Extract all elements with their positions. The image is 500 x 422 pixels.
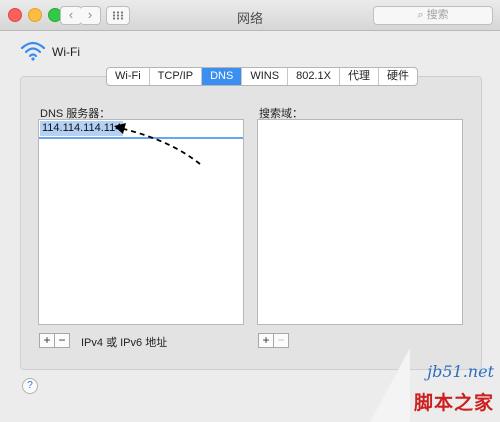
tab-wifi[interactable]: Wi-Fi: [107, 68, 150, 85]
chevron-left-icon: ‹: [68, 7, 74, 22]
watermark-name: 脚本之家: [413, 393, 494, 414]
back-button[interactable]: ‹: [60, 6, 82, 25]
dns-add-remove: + −: [39, 333, 70, 348]
dns-hint: IPv4 或 IPv6 地址: [81, 337, 168, 349]
tab-hardware[interactable]: 硬件: [379, 68, 417, 85]
search-domain-add-remove: + −: [258, 333, 289, 348]
interface-title: Wi-Fi: [52, 45, 80, 59]
wifi-icon: [20, 41, 46, 61]
minimize-button[interactable]: [28, 8, 42, 22]
tab-tcpip[interactable]: TCP/IP: [150, 68, 203, 85]
close-button[interactable]: [8, 8, 22, 22]
watermark: jb51.net 脚本之家: [370, 348, 500, 422]
tab-proxy[interactable]: 代理: [340, 68, 379, 85]
page-curl: [370, 348, 410, 422]
add-dns-button[interactable]: +: [39, 333, 55, 348]
search-domains-list[interactable]: [257, 119, 463, 325]
grid-icon: [112, 11, 124, 20]
tab-bar: Wi-Fi TCP/IP DNS WINS 802.1X 代理 硬件: [106, 67, 418, 86]
title-bar: ‹ › 网络 ⌕ 搜索: [0, 0, 500, 31]
watermark-site: jb51.net: [427, 362, 494, 381]
tab-dns[interactable]: DNS: [202, 68, 243, 85]
window-title: 网络: [236, 11, 263, 26]
tab-8021x[interactable]: 802.1X: [288, 68, 340, 85]
chevron-right-icon: ›: [87, 7, 93, 22]
tab-wins[interactable]: WINS: [242, 68, 289, 85]
remove-search-domain-button[interactable]: −: [274, 333, 289, 348]
forward-button[interactable]: ›: [80, 6, 101, 25]
show-all-button[interactable]: [106, 6, 130, 25]
remove-dns-button[interactable]: −: [55, 333, 70, 348]
add-search-domain-button[interactable]: +: [258, 333, 274, 348]
help-button[interactable]: ?: [22, 378, 38, 394]
search-placeholder: 搜索: [426, 9, 449, 21]
search-icon: ⌕: [417, 9, 424, 21]
annotation-arrow: [114, 123, 201, 165]
search-field[interactable]: ⌕ 搜索: [373, 6, 493, 25]
